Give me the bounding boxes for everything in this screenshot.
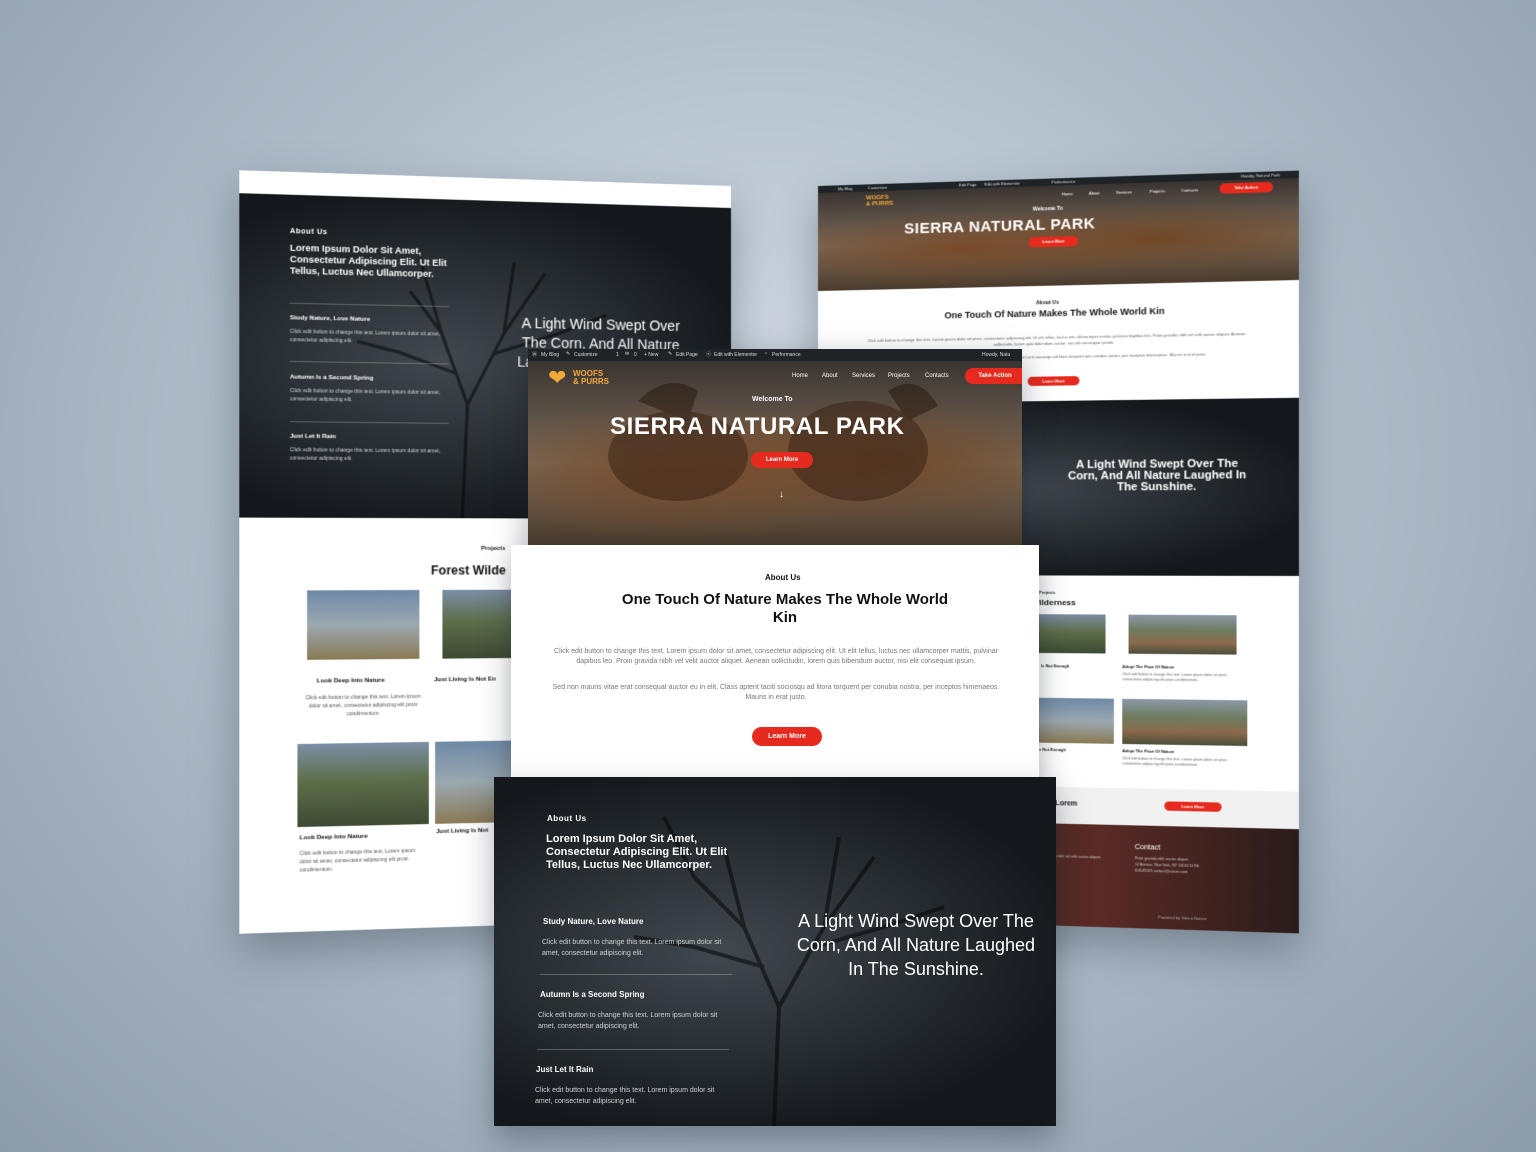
card-title: Adopt The Pace Of Nature <box>1122 748 1175 755</box>
nav-services[interactable]: Services <box>1116 189 1132 195</box>
hero-welcome: Welcome To <box>752 396 793 403</box>
arrow-down-icon[interactable]: ↓ <box>779 489 784 500</box>
item-title: Just Let It Rain <box>289 433 336 441</box>
wordpress-icon[interactable]: Ⓦ <box>532 351 537 358</box>
page-preview-center: Ⓦ My Blog ✎ Customize 1 ✉ 0 + New ✎ Edit… <box>494 349 1056 1126</box>
cta-learn-more[interactable]: Learn More <box>1164 801 1222 812</box>
about-learn-more[interactable]: Learn More <box>752 727 822 746</box>
card-text: Click edit button to change this text. L… <box>305 693 422 718</box>
admin-bar-label[interactable]: My Blog <box>838 186 852 191</box>
admin-bar: Ⓦ My Blog ✎ Customize 1 ✉ 0 + New ✎ Edit… <box>528 349 1022 361</box>
logo[interactable]: ❤ WOOFS & PURRS <box>548 365 610 390</box>
card-title: Just Living Is Not En <box>434 676 496 684</box>
hero-section: ❤ WOOFS & PURRS Home About Services Proje… <box>528 361 1022 545</box>
item-text: Click edit button to change this text. L… <box>538 1012 718 1030</box>
hero-title: SIERRA NATURAL PARK <box>904 215 1096 238</box>
dark-heading: Lorem Ipsum Dolor Sit Amet, Consectetur … <box>289 242 447 280</box>
item-text: Click edit button to change this text. L… <box>535 1087 715 1105</box>
take-action-button[interactable]: Take Action <box>965 368 1022 384</box>
admin-edit-page[interactable]: Edit Page <box>676 352 698 358</box>
footer-contact-line: Proin gravida nibh auctor aliquet. <box>1134 856 1189 862</box>
about-text: Click edit button to change this text. L… <box>554 648 998 665</box>
item-text: Click edit button to change this text. L… <box>289 328 441 345</box>
project-image-rocks <box>1128 614 1237 655</box>
item-text: Click edit button to change this text. L… <box>289 447 441 463</box>
hero-learn-more[interactable]: Learn More <box>751 452 813 468</box>
quote: A Light Wind Swept Over The Corn, And Al… <box>1067 457 1247 494</box>
about-eyebrow: About Us <box>1035 299 1059 307</box>
about-section: About Us One Touch Of Nature Makes The W… <box>511 545 1039 777</box>
admin-new[interactable]: + New <box>644 352 658 358</box>
project-image-rocks <box>1122 698 1248 747</box>
nav-projects[interactable]: Projects <box>888 373 910 379</box>
hero-title: SIERRA NATURAL PARK <box>610 413 905 440</box>
card-title: Look Deep Into Nature <box>316 677 385 685</box>
admin-bar-label[interactable]: Customize <box>868 185 887 191</box>
divider <box>537 1049 729 1050</box>
divider <box>540 974 732 975</box>
admin-bar-label[interactable]: Edit Page <box>959 182 977 188</box>
card-title: Just Living Is Not <box>436 827 489 836</box>
about-text: Click edit button to change this text. L… <box>867 331 1246 347</box>
nav-about[interactable]: About <box>1089 190 1100 195</box>
admin-bar-label[interactable]: Performance <box>1051 179 1075 185</box>
eyebrow: About Us <box>547 814 587 823</box>
quote: A Light Wind Swept Over The Corn, And Al… <box>796 911 1036 979</box>
nav-services[interactable]: Services <box>852 373 875 379</box>
project-image-giraffe <box>307 590 420 660</box>
nav-home[interactable]: Home <box>792 373 808 379</box>
project-image-canyon <box>297 741 429 828</box>
admin-customize[interactable]: Customize <box>574 352 598 358</box>
gauge-icon: ◔ <box>764 351 768 357</box>
item-title: Just Let It Rain <box>536 1065 594 1074</box>
about-heading: One Touch Of Nature Makes The Whole Worl… <box>621 591 949 626</box>
card-text: Click edit button to change this text. L… <box>1122 756 1228 767</box>
elementor-icon: ⓔ <box>706 352 712 358</box>
comment-icon: ✉ <box>625 351 630 357</box>
nav-contacts[interactable]: Contacts <box>1181 187 1198 193</box>
card-text: Click edit button to change this text. L… <box>1122 672 1228 683</box>
item-text: Click edit button to change this text. L… <box>542 939 722 957</box>
admin-elementor[interactable]: Edit with Elementor <box>714 352 757 358</box>
card-text: Click edit button to change this text. L… <box>299 847 416 874</box>
nav-about[interactable]: About <box>822 373 838 379</box>
logo-text: WOOFS & PURRS <box>865 194 894 208</box>
footer-contact-line: 618-85325 contact@nature.com <box>1134 868 1188 875</box>
footer-copyright: Powered by Sierra Nature <box>1158 914 1207 922</box>
admin-greeting[interactable]: Howdy, Natu <box>982 352 1010 358</box>
dark-about-section: About Us Lorem Ipsum Dolor Sit Amet, Con… <box>494 777 1056 1126</box>
admin-performance[interactable]: Performance <box>772 352 801 358</box>
footer-contact-line: 12 Avenue, New York, NY 10160 11 Rb <box>1134 862 1199 869</box>
brush-icon: ✎ <box>566 351 571 357</box>
hero-learn-more[interactable]: Learn More <box>1028 235 1079 248</box>
eyebrow: About Us <box>289 227 328 237</box>
item-text: Click edit button to change this text. L… <box>289 387 441 404</box>
heart-paw-logo-icon: ❤ <box>548 365 567 390</box>
footer-contact-heading: Contact <box>1134 843 1161 852</box>
take-action-button[interactable]: Take Action <box>1219 181 1274 194</box>
admin-my-blog[interactable]: My Blog <box>541 352 559 358</box>
about-eyebrow: About Us <box>765 573 801 582</box>
pencil-icon: ✎ <box>668 351 673 357</box>
admin-updates[interactable]: 1 <box>616 352 619 358</box>
nav-contacts[interactable]: Contacts <box>925 373 949 379</box>
dark-heading: Lorem Ipsum Dolor Sit Amet, Consectetur … <box>546 833 728 871</box>
about-text: Sed non mauris vitae erat consequat auct… <box>552 684 1000 701</box>
hero-section: WOOFS & PURRS Home About Services Project… <box>818 177 1299 291</box>
nav-home[interactable]: Home <box>1062 191 1073 196</box>
nav-projects[interactable]: Projects <box>1150 188 1165 194</box>
logo-text: WOOFS & PURRS <box>573 369 610 386</box>
item-title: Autumn Is a Second Spring <box>289 374 374 382</box>
item-title: Study Nature, Love Nature <box>543 917 644 926</box>
about-heading: One Touch Of Nature Makes The Whole Worl… <box>944 305 1165 321</box>
item-title: Autumn Is a Second Spring <box>540 990 645 999</box>
admin-comments[interactable]: 0 <box>634 352 637 358</box>
card-title: Look Deep Into Nature <box>299 833 368 842</box>
card-title: Adopt The Pace Of Nature <box>1122 663 1175 670</box>
hero-welcome: Welcome To <box>1032 205 1063 213</box>
